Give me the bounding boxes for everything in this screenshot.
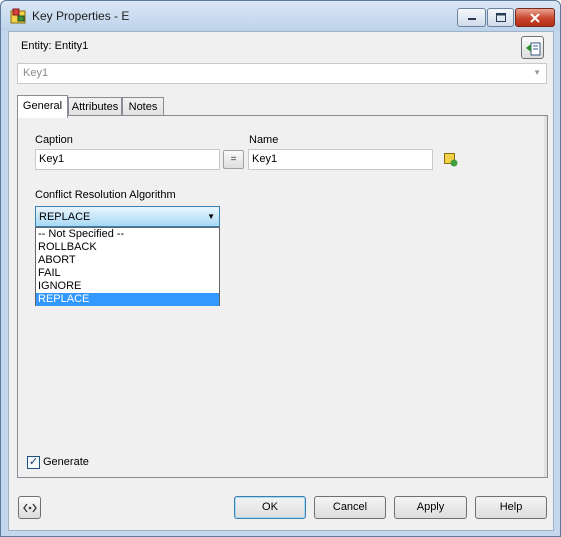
chevron-down-icon: ▼ <box>207 212 215 221</box>
algorithm-select-value: REPLACE <box>39 211 91 223</box>
close-button[interactable] <box>515 8 555 27</box>
name-input[interactable]: Key1 <box>248 149 433 170</box>
algorithm-option[interactable]: ROLLBACK <box>36 241 219 254</box>
minimize-button[interactable] <box>457 8 486 27</box>
tab-general[interactable]: General <box>17 95 68 118</box>
algorithm-dropdown-list: -- Not Specified -- ROLLBACK ABORT FAIL … <box>35 227 220 306</box>
title-bar[interactable]: Key Properties - E <box>1 1 560 31</box>
key-select[interactable]: Key1 ▼ <box>17 63 547 84</box>
cancel-button[interactable]: Cancel <box>314 496 386 519</box>
entity-label: Entity: Entity1 <box>21 40 89 52</box>
apply-button[interactable]: Apply <box>394 496 467 519</box>
tab-notes[interactable]: Notes <box>122 97 164 116</box>
name-label: Name <box>249 134 279 146</box>
tab-attributes[interactable]: Attributes <box>68 97 122 116</box>
sync-name-button[interactable]: = <box>223 150 244 169</box>
help-button[interactable]: Help <box>475 496 547 519</box>
panel-scrollbar[interactable] <box>544 116 547 477</box>
caption-input[interactable]: Key1 <box>35 149 220 170</box>
algorithm-option[interactable]: FAIL <box>36 267 219 280</box>
dialog-body: Entity: Entity1 Key1 ▼ General Attribute… <box>8 31 554 531</box>
name-action-icon[interactable] <box>444 153 458 167</box>
script-button[interactable] <box>18 496 41 519</box>
algorithm-option[interactable]: ABORT <box>36 254 219 267</box>
entity-navigate-button[interactable] <box>521 36 544 59</box>
tab-notes-label: Notes <box>128 101 158 113</box>
entity-navigate-icon <box>525 42 540 55</box>
algorithm-option[interactable]: -- Not Specified -- <box>36 228 219 241</box>
close-icon <box>530 12 540 23</box>
key-properties-window: Key Properties - E Entity: Entity1 Key1 … <box>0 0 561 537</box>
maximize-button[interactable] <box>487 8 514 27</box>
algorithm-select[interactable]: REPLACE ▼ <box>35 206 220 227</box>
algorithm-option-selected[interactable]: REPLACE <box>36 293 219 306</box>
caption-label: Caption <box>35 134 73 146</box>
generate-label[interactable]: Generate <box>43 456 89 468</box>
window-title: Key Properties - E <box>32 9 130 23</box>
script-icon <box>22 503 37 512</box>
maximize-icon <box>495 13 506 22</box>
chevron-down-icon: ▼ <box>533 68 541 77</box>
tab-attributes-label: Attributes <box>71 101 119 113</box>
tab-general-label: General <box>22 100 63 112</box>
ok-button[interactable]: OK <box>234 496 306 519</box>
key-properties-icon <box>10 8 26 24</box>
key-select-value: Key1 <box>23 67 49 79</box>
general-tab-panel: Caption Key1 = Name Key1 Conflict Resolu… <box>17 115 548 478</box>
minimize-icon <box>467 17 476 20</box>
generate-checkbox[interactable]: ✓ <box>27 456 40 469</box>
algorithm-label: Conflict Resolution Algorithm <box>35 189 176 201</box>
algorithm-option[interactable]: IGNORE <box>36 280 219 293</box>
